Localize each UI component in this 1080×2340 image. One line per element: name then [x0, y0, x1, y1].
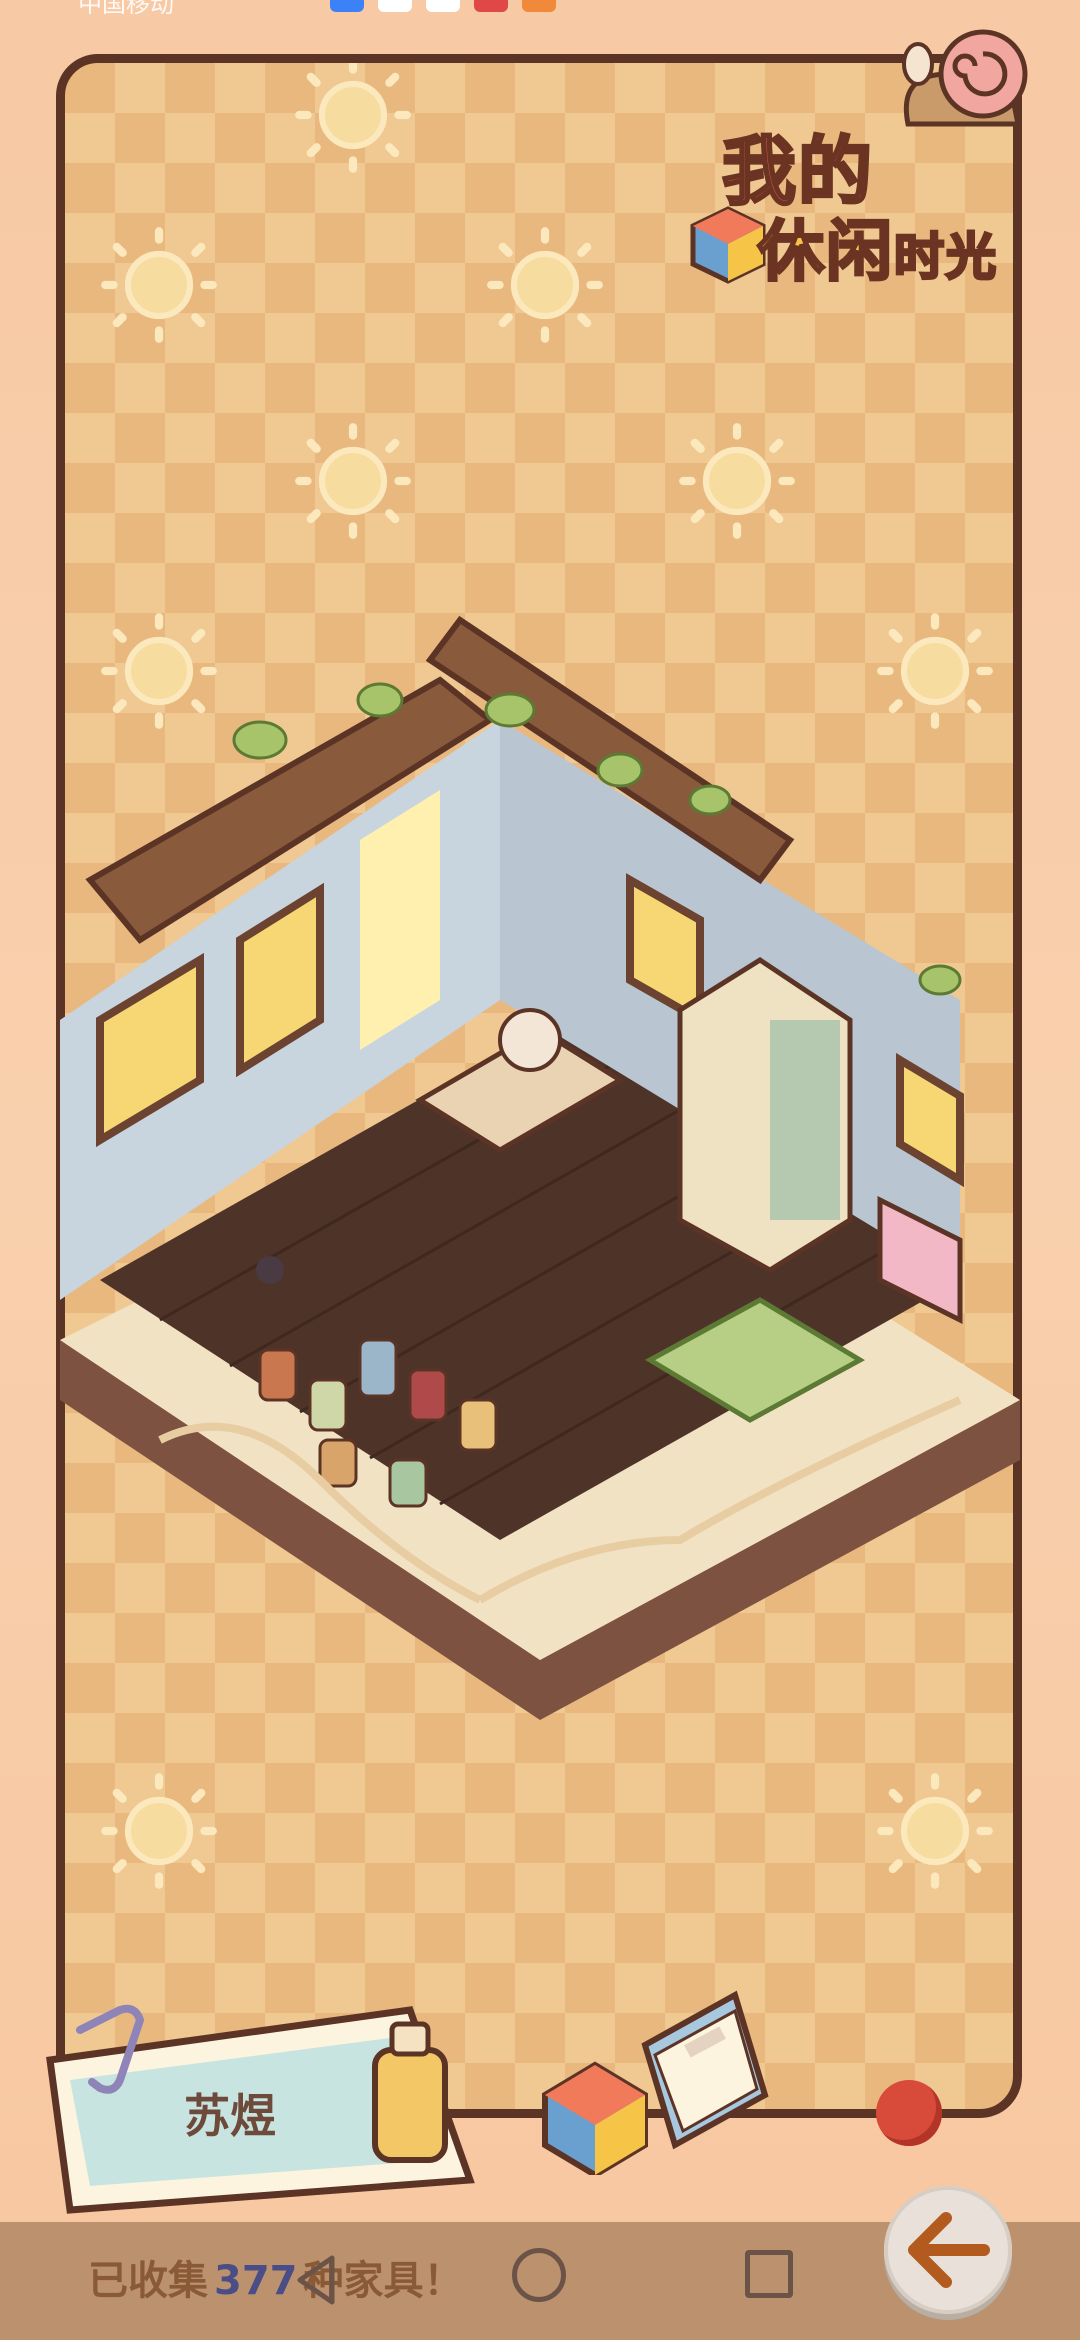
notification-icons [330, 0, 556, 12]
system-back-icon[interactable] [288, 2250, 348, 2310]
system-recents-icon[interactable] [745, 2250, 793, 2298]
carrier-label: 中国移动 [78, 0, 174, 14]
sun-icon [291, 63, 415, 177]
red-ball-decoration [876, 2080, 942, 2146]
title-line-2: 休闲时光 [757, 212, 998, 292]
cat [256, 1256, 284, 1284]
sun-icon [675, 419, 799, 543]
status-bar: 中国移动 [0, 0, 1080, 14]
back-arrow-icon [908, 2212, 990, 2288]
snail-icon [902, 29, 1028, 127]
sun-icon [97, 223, 221, 347]
player-name: 苏煜 [184, 2089, 276, 2143]
game-title-badge: 我的 休闲时光 [688, 14, 1048, 304]
rubiks-cube-icon [542, 2061, 648, 2175]
system-home-icon[interactable] [512, 2248, 566, 2302]
book-icon [641, 1990, 769, 2150]
collection-status: 已收集 377 种家具！ [88, 2258, 464, 2304]
sun-icon [483, 223, 607, 347]
room-scene[interactable] [60, 580, 1020, 1900]
character [498, 1008, 562, 1072]
collection-count: 377 [214, 2258, 298, 2304]
wardrobe-door [770, 1020, 840, 1220]
back-button[interactable] [884, 2186, 1012, 2314]
sun-icon [291, 419, 415, 543]
decoration-items [542, 1990, 769, 2175]
